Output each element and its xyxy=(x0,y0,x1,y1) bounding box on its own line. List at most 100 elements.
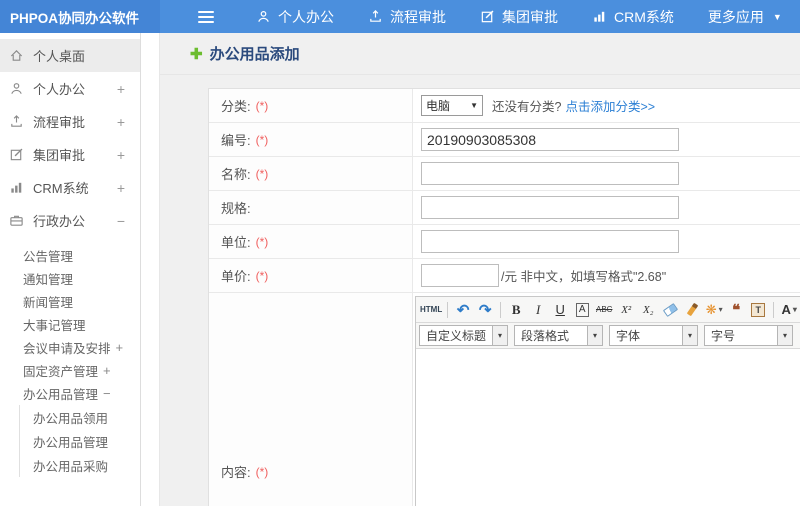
sidebar-subitem-fixed-assets[interactable]: 固定资产管理 + xyxy=(0,359,140,382)
form-row-spec: 规格: xyxy=(209,191,800,225)
sidebar-item-admin-office[interactable]: 行政办公 − xyxy=(0,204,140,237)
add-category-link[interactable]: 点击添加分类>> xyxy=(565,96,655,115)
underline-button[interactable]: U xyxy=(550,300,570,320)
sidebar-subitem-meeting-request[interactable]: 会议申请及安排 + xyxy=(0,336,140,359)
redo-icon[interactable]: ↷ xyxy=(475,300,495,320)
code-input[interactable] xyxy=(421,128,679,151)
expand-plus-icon[interactable]: + xyxy=(117,81,125,97)
form-row-category: 分类: (*) 电脑 ▼ 还没有分类? 点击添加分类>> xyxy=(209,89,800,123)
paste-as-text-button[interactable]: T xyxy=(748,300,768,320)
sidebar-item-workflow-approval[interactable]: 流程审批 + xyxy=(0,105,140,138)
sidebar-subitem-supplies-purchase[interactable]: 办公用品采购 xyxy=(20,453,140,477)
subitem-label: 通知管理 xyxy=(23,273,74,287)
sidebar-subitem-supplies-manage[interactable]: 办公用品管理 xyxy=(20,429,140,453)
unit-input[interactable] xyxy=(421,230,679,253)
subitem-label: 新闻管理 xyxy=(23,296,74,310)
strikethrough-button[interactable]: ABC xyxy=(594,300,614,320)
caret-down-icon: ▼ xyxy=(470,101,478,110)
user-icon xyxy=(9,81,26,96)
expand-plus-icon[interactable]: + xyxy=(117,147,125,163)
sidebar-item-label: 集团审批 xyxy=(33,148,86,163)
app-logo: PHPOA协同办公软件 xyxy=(0,0,160,33)
paragraph-format-dropdown[interactable]: 段落格式 ▾ xyxy=(514,325,603,346)
sidebar-subitem-notice-mgmt[interactable]: 通知管理 xyxy=(0,267,140,290)
expand-plus-icon[interactable]: + xyxy=(116,340,124,355)
sidebar-subitem-memorabilia-mgmt[interactable]: 大事记管理 xyxy=(0,313,140,336)
bar-chart-icon xyxy=(9,180,26,195)
editor-content-area[interactable] xyxy=(416,349,800,506)
sidebar-subitem-news-mgmt[interactable]: 新闻管理 xyxy=(0,290,140,313)
page-header: ✚ 办公用品添加 xyxy=(160,33,800,75)
office-supplies-submenu: 办公用品领用 办公用品管理 办公用品采购 xyxy=(19,405,140,477)
html-source-button[interactable]: HTML xyxy=(420,300,442,320)
supplies-add-form: 分类: (*) 电脑 ▼ 还没有分类? 点击添加分类>> 编号: (*) 201… xyxy=(208,88,800,506)
category-hint: 还没有分类? xyxy=(492,100,562,114)
eraser-icon[interactable] xyxy=(660,300,680,320)
price-format-hint: /元 非中文，如填写格式"2.68" xyxy=(501,270,667,284)
nav-label: 个人办公 xyxy=(278,8,334,25)
category-select[interactable]: 电脑 ▼ xyxy=(421,95,483,116)
nav-item-crm[interactable]: CRM系统 xyxy=(592,7,674,27)
collapse-minus-icon[interactable]: − xyxy=(103,386,111,401)
upload-icon xyxy=(9,114,26,129)
subscript-button[interactable]: X₂ xyxy=(638,300,658,320)
subitem-label: 办公用品领用 xyxy=(33,411,109,426)
top-nav: 个人办公 流程审批 集团审批 CRM系统 更多应用 ▼ xyxy=(256,7,782,27)
rich-text-editor: HTML ↶ ↷ B I U A ABC X² X₂ ❋ ▾ ❝ T A ▾ 自… xyxy=(415,296,800,506)
expand-plus-icon[interactable]: + xyxy=(117,180,125,196)
add-plus-icon: ✚ xyxy=(190,45,203,63)
toolbar-separator xyxy=(773,301,775,318)
sidebar-item-crm[interactable]: CRM系统 + xyxy=(0,171,140,204)
expand-plus-icon[interactable]: + xyxy=(117,114,125,130)
sidebar-item-label: 个人办公 xyxy=(33,82,86,97)
subitem-label: 大事记管理 xyxy=(23,319,86,333)
expand-plus-icon[interactable]: + xyxy=(103,363,111,378)
topbar: PHPOA协同办公软件 个人办公 流程审批 集团审批 CRM系统 更多应用 ▼ xyxy=(0,0,800,33)
clear-format-brush-icon[interactable] xyxy=(682,300,702,320)
format-painter-button[interactable]: ❋ ▾ xyxy=(704,300,724,320)
category-selected-value: 电脑 xyxy=(426,99,451,113)
superscript-button[interactable]: X² xyxy=(616,300,636,320)
nav-item-personal-office[interactable]: 个人办公 xyxy=(256,7,334,27)
required-mark: (*) xyxy=(255,464,269,479)
custom-heading-dropdown[interactable]: 自定义标题 ▾ xyxy=(419,325,508,346)
edit-square-icon xyxy=(9,147,26,162)
subitem-label: 固定资产管理 xyxy=(23,365,99,379)
price-input[interactable] xyxy=(421,264,499,287)
sidebar-subitem-supplies-claim[interactable]: 办公用品领用 xyxy=(20,405,140,429)
sidebar-item-personal-desktop[interactable]: 个人桌面 xyxy=(0,39,140,72)
nav-item-more-apps[interactable]: 更多应用 ▼ xyxy=(708,7,782,27)
nav-item-workflow-approval[interactable]: 流程审批 xyxy=(368,7,446,27)
spec-input[interactable] xyxy=(421,196,679,219)
font-style-button[interactable]: A xyxy=(572,300,592,320)
required-mark: (*) xyxy=(255,166,269,181)
menu-toggle-icon[interactable] xyxy=(198,10,214,23)
form-row-content: 内容: (*) HTML ↶ ↷ B I U A ABC X² X₂ ❋ ▾ ❝… xyxy=(209,293,800,506)
form-row-price: 单价: (*) /元 非中文，如填写格式"2.68" xyxy=(209,259,800,293)
sidebar-item-group-approval[interactable]: 集团审批 + xyxy=(0,138,140,171)
font-color-button[interactable]: A ▾ xyxy=(779,300,799,320)
caret-down-icon: ▾ xyxy=(718,305,723,314)
collapse-minus-icon[interactable]: − xyxy=(117,213,125,229)
sidebar-item-personal-office[interactable]: 个人办公 + xyxy=(0,72,140,105)
required-mark: (*) xyxy=(255,268,269,283)
sidebar-subitem-announcement-mgmt[interactable]: 公告管理 xyxy=(0,244,140,267)
editor-toolbar-row2: 自定义标题 ▾ 段落格式 ▾ 字体 ▾ 字号 ▾ xyxy=(416,323,800,349)
nav-item-group-approval[interactable]: 集团审批 xyxy=(480,7,558,27)
sidebar-gutter xyxy=(141,33,160,506)
blockquote-button[interactable]: ❝ xyxy=(726,300,746,320)
sidebar-subitem-office-supplies-mgmt[interactable]: 办公用品管理 − xyxy=(0,382,140,405)
subitem-label: 办公用品采购 xyxy=(33,459,109,474)
undo-icon[interactable]: ↶ xyxy=(453,300,473,320)
italic-button[interactable]: I xyxy=(528,300,548,320)
bold-button[interactable]: B xyxy=(506,300,526,320)
admin-office-submenu: 公告管理 通知管理 新闻管理 大事记管理 会议申请及安排 + 固定资产管理 + … xyxy=(0,244,140,477)
price-label: 单价: (*) xyxy=(209,259,413,292)
name-input[interactable] xyxy=(421,162,679,185)
toolbar-separator xyxy=(500,301,502,318)
form-row-code: 编号: (*) xyxy=(209,123,800,157)
font-family-dropdown[interactable]: 字体 ▾ xyxy=(609,325,698,346)
font-size-dropdown[interactable]: 字号 ▾ xyxy=(704,325,793,346)
page-title: 办公用品添加 xyxy=(209,46,300,63)
nav-label: 更多应用 xyxy=(707,8,764,25)
